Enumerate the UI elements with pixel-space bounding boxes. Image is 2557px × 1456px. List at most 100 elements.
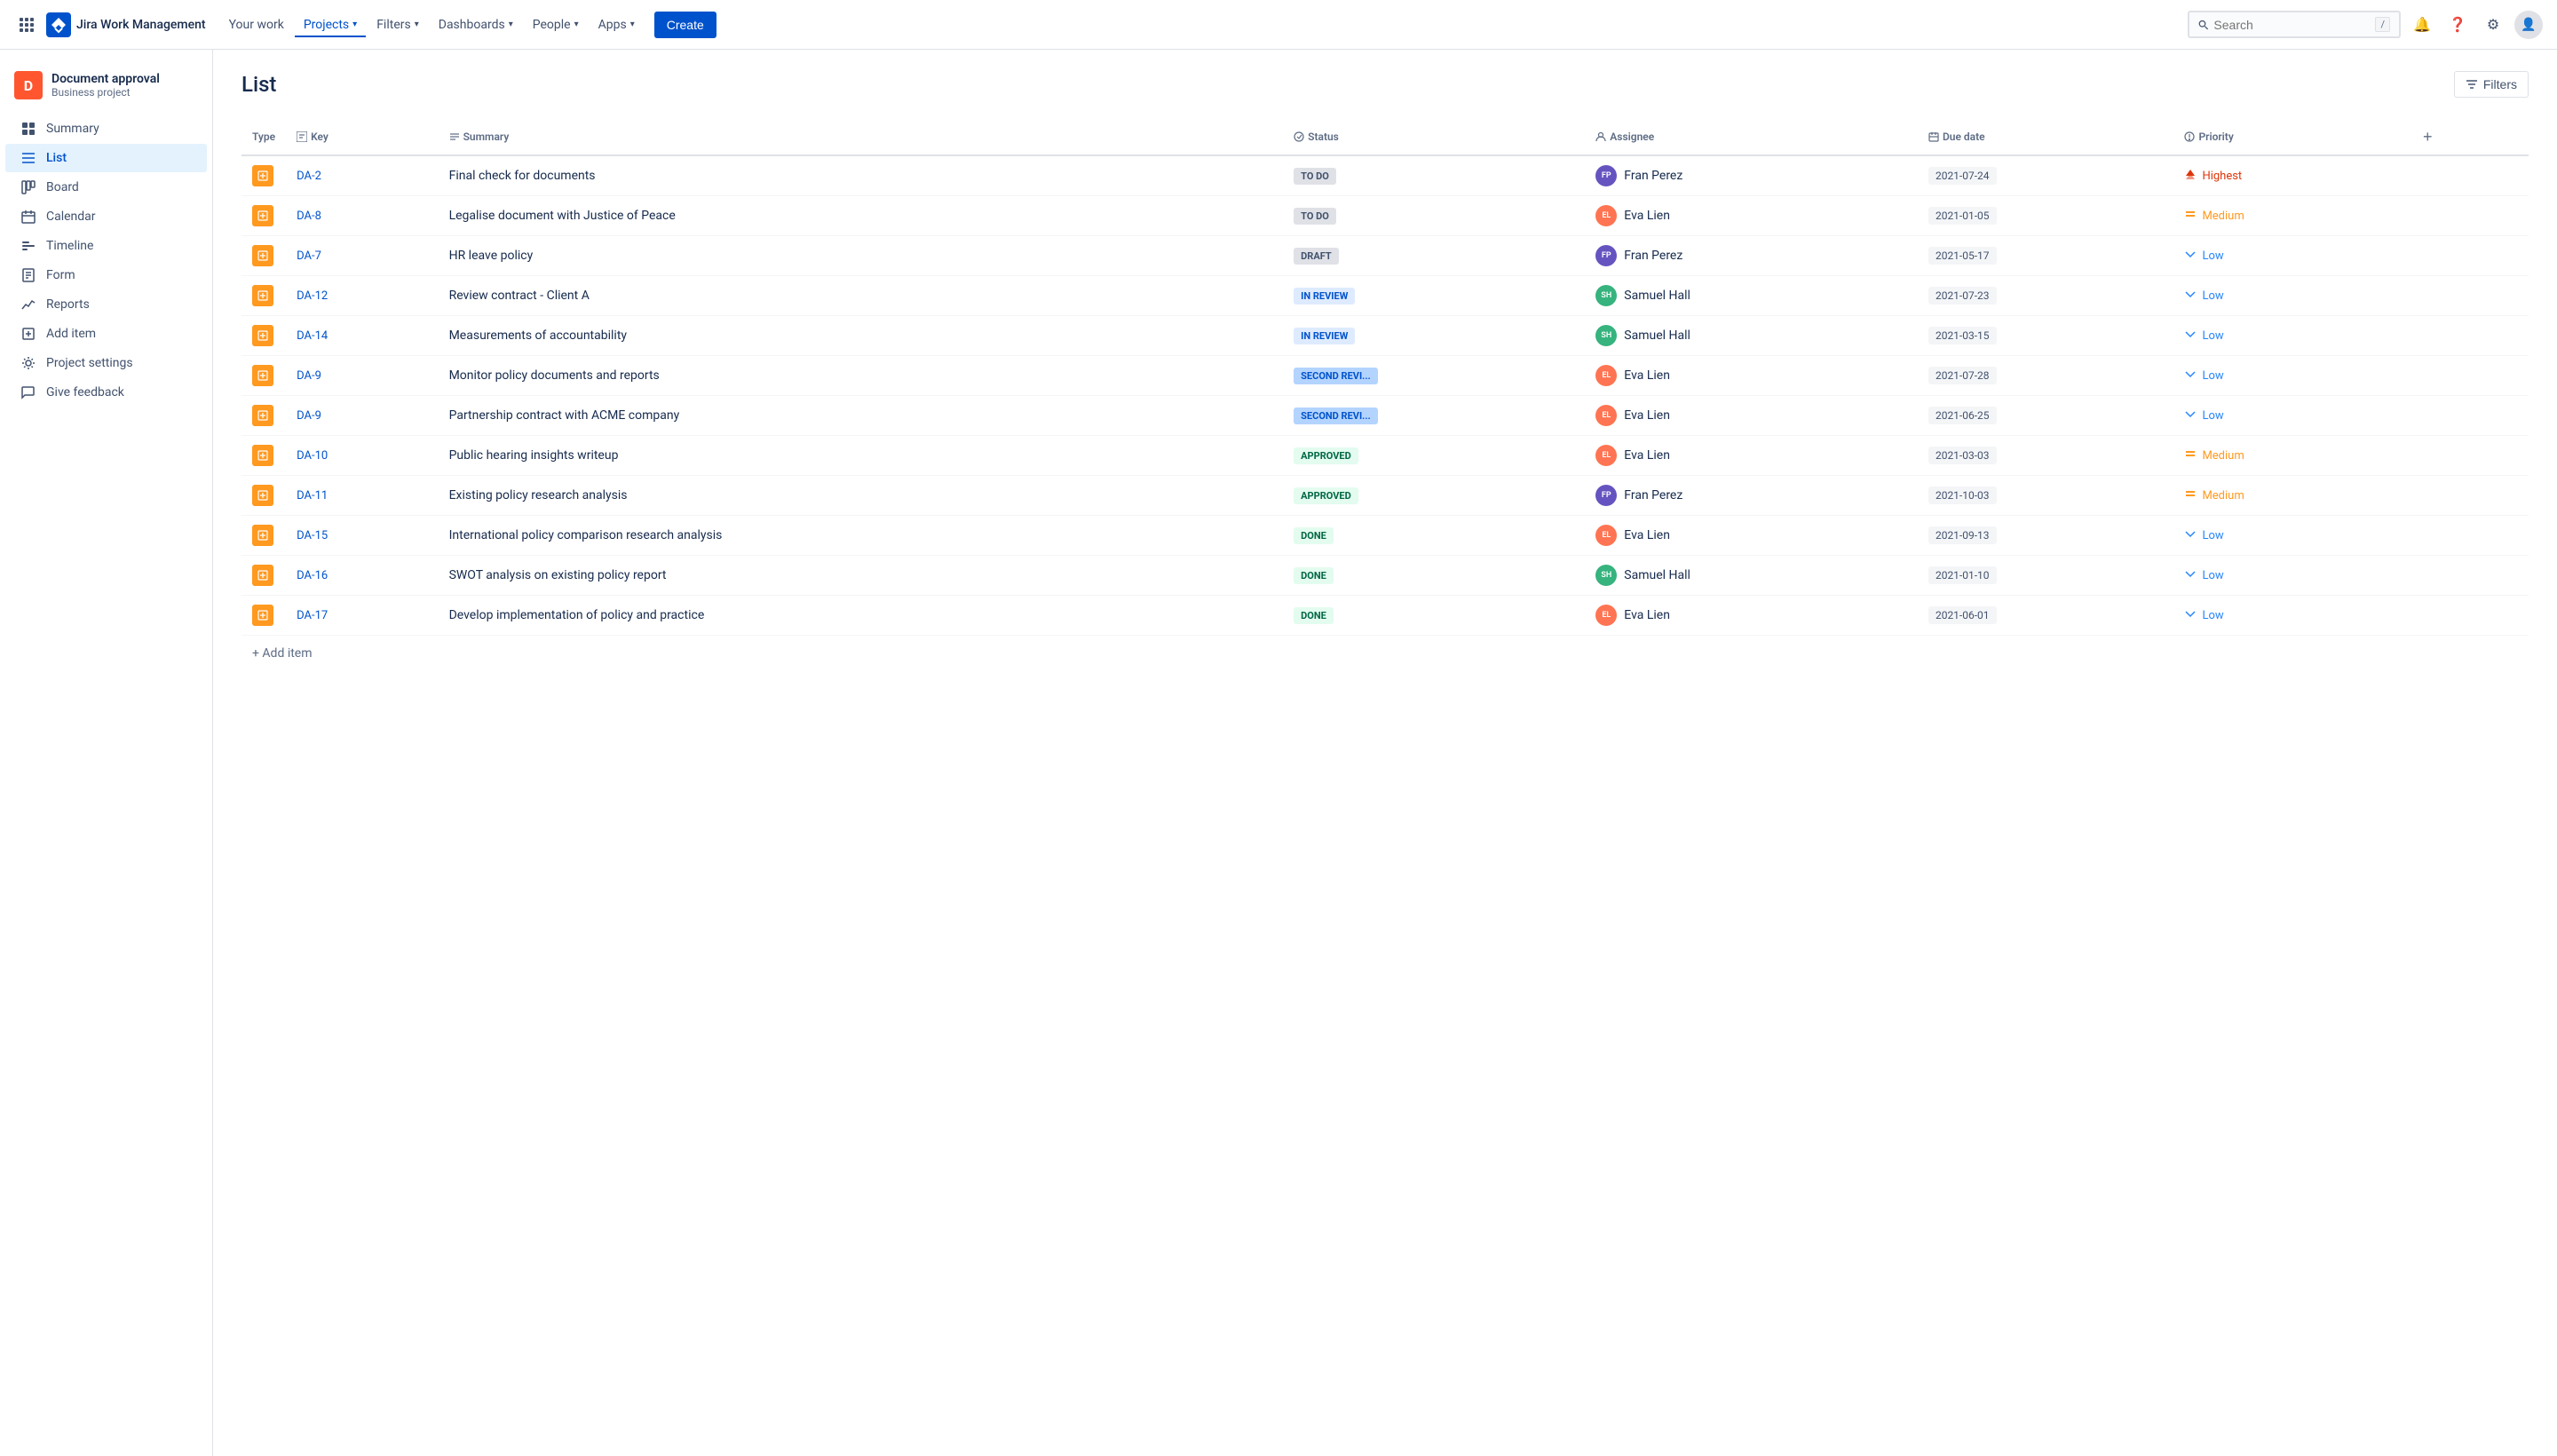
assignee-name: Eva Lien	[1624, 448, 1670, 463]
topnav-right: / 🔔 ❓ ⚙ 👤	[2188, 11, 2543, 39]
cell-summary[interactable]: Develop implementation of policy and pra…	[439, 596, 1284, 636]
project-icon: D	[14, 71, 43, 99]
search-input[interactable]	[2213, 18, 2370, 32]
cell-key[interactable]: DA-8	[286, 196, 438, 236]
cell-key[interactable]: DA-9	[286, 356, 438, 396]
assignee-cell: EL Eva Lien	[1595, 525, 1907, 546]
sidebar-label-reports: Reports	[46, 297, 90, 312]
cell-summary[interactable]: Measurements of accountability	[439, 316, 1284, 356]
cell-key[interactable]: DA-2	[286, 155, 438, 196]
cell-key[interactable]: DA-14	[286, 316, 438, 356]
cell-due-date: 2021-03-03	[1918, 436, 2173, 476]
add-column-button[interactable]: +	[2417, 126, 2438, 147]
assignee-name: Fran Perez	[1624, 488, 1682, 502]
cell-key[interactable]: DA-16	[286, 556, 438, 596]
cell-key[interactable]: DA-17	[286, 596, 438, 636]
cell-key[interactable]: DA-10	[286, 436, 438, 476]
cell-priority: Highest	[2173, 155, 2406, 196]
table-row: DA-11 Existing policy research analysis …	[241, 476, 2529, 516]
sidebar-item-board[interactable]: Board	[5, 173, 207, 202]
nav-filters[interactable]: Filters ▾	[368, 12, 428, 37]
col-due-date[interactable]: Due date	[1918, 119, 2173, 155]
cell-status[interactable]: IN REVIEW	[1283, 316, 1585, 356]
sidebar-item-form[interactable]: Form	[5, 261, 207, 289]
user-avatar[interactable]: 👤	[2514, 11, 2543, 39]
sidebar-item-timeline[interactable]: Timeline	[5, 232, 207, 260]
cell-summary[interactable]: International policy comparison research…	[439, 516, 1284, 556]
cell-summary[interactable]: Final check for documents	[439, 155, 1284, 196]
cell-priority: Low	[2173, 356, 2406, 396]
cell-status[interactable]: SECOND REVI...	[1283, 356, 1585, 396]
cell-status[interactable]: DONE	[1283, 516, 1585, 556]
cell-status[interactable]: DRAFT	[1283, 236, 1585, 276]
help-button[interactable]: ❓	[2443, 11, 2472, 39]
sidebar-item-add-item[interactable]: Add item	[5, 320, 207, 348]
search-box[interactable]: /	[2188, 11, 2401, 38]
col-assignee[interactable]: Assignee	[1585, 119, 1918, 155]
cell-key[interactable]: DA-12	[286, 276, 438, 316]
sidebar-item-list[interactable]: List	[5, 144, 207, 172]
nav-your-work[interactable]: Your work	[220, 12, 293, 37]
cell-summary[interactable]: Partnership contract with ACME company	[439, 396, 1284, 436]
cell-status[interactable]: APPROVED	[1283, 476, 1585, 516]
priority-label: Low	[2202, 569, 2223, 582]
cell-summary[interactable]: Existing policy research analysis	[439, 476, 1284, 516]
cell-type	[241, 276, 286, 316]
cell-summary[interactable]: Legalise document with Justice of Peace	[439, 196, 1284, 236]
cell-key[interactable]: DA-11	[286, 476, 438, 516]
due-date-badge: 2021-09-13	[1928, 526, 1997, 544]
nav-dashboards[interactable]: Dashboards ▾	[430, 12, 522, 37]
add-item-row[interactable]: + Add item	[241, 636, 2529, 671]
cell-summary[interactable]: Public hearing insights writeup	[439, 436, 1284, 476]
nav-projects[interactable]: Projects ▾	[295, 12, 366, 37]
cell-status[interactable]: TO DO	[1283, 196, 1585, 236]
sidebar-item-summary[interactable]: Summary	[5, 115, 207, 143]
grid-icon[interactable]	[14, 12, 39, 37]
cell-status[interactable]: IN REVIEW	[1283, 276, 1585, 316]
settings-button[interactable]: ⚙	[2479, 11, 2507, 39]
col-summary[interactable]: Summary	[439, 119, 1284, 155]
cell-assignee: EL Eva Lien	[1585, 516, 1918, 556]
cell-status[interactable]: APPROVED	[1283, 436, 1585, 476]
col-add[interactable]: +	[2406, 119, 2529, 155]
col-status[interactable]: Status	[1283, 119, 1585, 155]
cell-summary[interactable]: SWOT analysis on existing policy report	[439, 556, 1284, 596]
sidebar-label-list: List	[46, 151, 67, 165]
status-badge: IN REVIEW	[1294, 328, 1355, 344]
priority-label: Low	[2202, 329, 2223, 343]
cell-status[interactable]: DONE	[1283, 556, 1585, 596]
logo-text: Jira Work Management	[76, 18, 206, 32]
app-logo[interactable]: Jira Work Management	[46, 12, 206, 37]
cell-summary[interactable]: Review contract - Client A	[439, 276, 1284, 316]
page-title: List	[241, 72, 276, 97]
sidebar-item-give-feedback[interactable]: Give feedback	[5, 378, 207, 407]
table-row: DA-12 Review contract - Client A IN REVI…	[241, 276, 2529, 316]
sidebar-item-reports[interactable]: Reports	[5, 290, 207, 319]
notifications-button[interactable]: 🔔	[2408, 11, 2436, 39]
cell-extra	[2406, 396, 2529, 436]
table-body: DA-2 Final check for documents TO DO FP …	[241, 155, 2529, 636]
cell-status[interactable]: TO DO	[1283, 155, 1585, 196]
reports-icon	[20, 297, 37, 312]
create-button[interactable]: Create	[654, 12, 716, 38]
priority-cell: Low	[2184, 567, 2395, 583]
nav-apps[interactable]: Apps ▾	[590, 12, 644, 37]
col-key[interactable]: Key	[286, 119, 438, 155]
cell-status[interactable]: SECOND REVI...	[1283, 396, 1585, 436]
priority-label: Low	[2202, 249, 2223, 263]
cell-summary[interactable]: Monitor policy documents and reports	[439, 356, 1284, 396]
cell-status[interactable]: DONE	[1283, 596, 1585, 636]
priority-cell: Low	[2184, 248, 2395, 264]
col-type[interactable]: Type	[241, 119, 286, 155]
cell-key[interactable]: DA-7	[286, 236, 438, 276]
nav-people[interactable]: People ▾	[524, 12, 588, 37]
filters-button[interactable]: Filters	[2454, 71, 2529, 98]
table-row: DA-8 Legalise document with Justice of P…	[241, 196, 2529, 236]
cell-type	[241, 596, 286, 636]
cell-key[interactable]: DA-9	[286, 396, 438, 436]
sidebar-item-calendar[interactable]: Calendar	[5, 202, 207, 231]
cell-summary[interactable]: HR leave policy	[439, 236, 1284, 276]
cell-key[interactable]: DA-15	[286, 516, 438, 556]
sidebar-item-project-settings[interactable]: Project settings	[5, 349, 207, 377]
col-priority[interactable]: Priority	[2173, 119, 2406, 155]
